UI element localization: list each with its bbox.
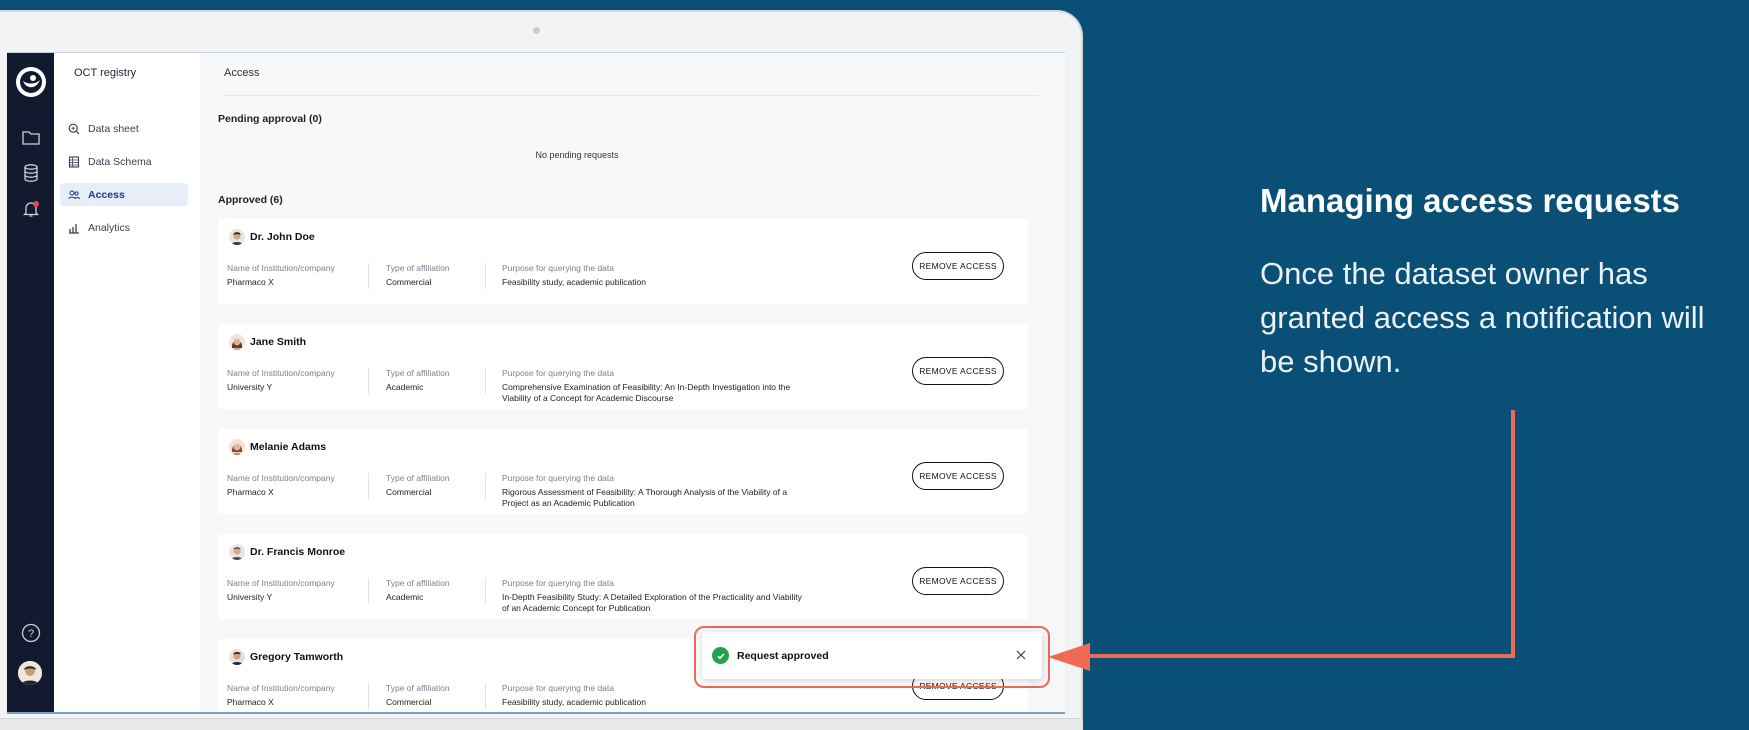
purpose-value: Comprehensive Examination of Feasibility… bbox=[502, 382, 791, 403]
affiliation-value: Commercial bbox=[386, 277, 432, 287]
divider bbox=[485, 683, 486, 709]
pending-heading: Pending approval (0) bbox=[218, 113, 322, 125]
institution-value: University Y bbox=[227, 592, 273, 602]
avatar[interactable] bbox=[18, 661, 42, 685]
sidebar-item-label: Data Schema bbox=[88, 155, 152, 168]
remove-access-button[interactable]: REMOVE ACCESS bbox=[912, 357, 1004, 385]
institution-label: Name of Institution/company bbox=[227, 368, 335, 378]
laptop-base bbox=[0, 718, 1083, 730]
requester-name: Dr. John Doe bbox=[250, 231, 315, 243]
divider bbox=[368, 578, 369, 604]
avatar bbox=[229, 229, 245, 245]
sidebar-item-data-schema[interactable]: Data Schema bbox=[60, 150, 188, 173]
institution-label: Name of Institution/company bbox=[227, 683, 335, 693]
main-content: Access Pending approval (0) No pending r… bbox=[200, 53, 1065, 712]
access-card: Jane Smith Name of Institution/company U… bbox=[218, 324, 1028, 409]
affiliation-value: Commercial bbox=[386, 487, 432, 497]
affiliation-label: Type of affiliation bbox=[386, 578, 450, 588]
users-icon bbox=[68, 189, 80, 201]
approved-heading: Approved (6) bbox=[218, 194, 283, 206]
breadcrumb: Access bbox=[224, 67, 260, 79]
affiliation-label: Type of affiliation bbox=[386, 263, 450, 273]
toast-message: Request approved bbox=[737, 649, 829, 662]
purpose-value: Rigorous Assessment of Feasibility: A Th… bbox=[502, 487, 788, 508]
affiliation-label: Type of affiliation bbox=[386, 368, 450, 378]
sidebar-item-data-sheet[interactable]: Data sheet bbox=[60, 117, 188, 140]
pending-empty-text: No pending requests bbox=[535, 150, 619, 160]
purpose-value: Feasibility study, academic publication bbox=[502, 277, 646, 287]
purpose-value: Feasibility study, academic publication bbox=[502, 697, 646, 707]
remove-access-button[interactable]: REMOVE ACCESS bbox=[912, 252, 1004, 280]
institution-label: Name of Institution/company bbox=[227, 473, 335, 483]
purpose-value: In-Depth Feasibility Study: A Detailed E… bbox=[502, 592, 802, 613]
icon-rail: ? bbox=[7, 53, 54, 712]
sidebar-item-analytics[interactable]: Analytics bbox=[60, 216, 188, 239]
affiliation-value: Academic bbox=[386, 592, 424, 602]
callout-description: Once the dataset owner has granted acces… bbox=[1260, 256, 1705, 379]
access-card: Dr. Francis Monroe Name of Institution/c… bbox=[218, 534, 1028, 619]
requester-name: Jane Smith bbox=[250, 336, 307, 348]
help-icon[interactable]: ? bbox=[19, 621, 43, 645]
database-icon[interactable] bbox=[19, 161, 43, 185]
callout-headline: Managing access requests bbox=[1260, 182, 1681, 219]
divider bbox=[485, 473, 486, 499]
institution-value: Pharmaco X bbox=[227, 697, 274, 707]
avatar bbox=[229, 334, 245, 350]
divider bbox=[368, 473, 369, 499]
remove-access-button[interactable]: REMOVE ACCESS bbox=[912, 462, 1004, 490]
toast-notification: Request approved bbox=[702, 632, 1042, 679]
divider bbox=[368, 263, 369, 289]
purpose-label: Purpose for querying the data bbox=[502, 578, 614, 588]
access-card: Dr. John Doe Name of Institution/company… bbox=[218, 219, 1028, 304]
check-circle-icon bbox=[712, 647, 729, 664]
sidebar-item-label: Data sheet bbox=[88, 122, 139, 135]
close-icon[interactable] bbox=[1014, 648, 1028, 662]
institution-label: Name of Institution/company bbox=[227, 263, 335, 273]
affiliation-label: Type of affiliation bbox=[386, 683, 450, 693]
divider bbox=[224, 95, 1039, 96]
institution-label: Name of Institution/company bbox=[227, 578, 335, 588]
remove-access-button[interactable]: REMOVE ACCESS bbox=[912, 567, 1004, 595]
institution-value: Pharmaco X bbox=[227, 277, 274, 287]
sidebar-item-label: Analytics bbox=[88, 221, 131, 234]
purpose-label: Purpose for querying the data bbox=[502, 368, 614, 378]
divider bbox=[485, 263, 486, 289]
bell-icon[interactable] bbox=[19, 197, 43, 221]
divider bbox=[368, 683, 369, 709]
logo-icon[interactable] bbox=[14, 65, 48, 99]
camera-dot bbox=[533, 27, 540, 34]
avatar bbox=[229, 649, 245, 665]
access-card: Melanie Adams Name of Institution/compan… bbox=[218, 429, 1028, 514]
avatar bbox=[229, 544, 245, 560]
app-screen: ? OCT registry Data sheet Data Schema Ac… bbox=[7, 52, 1065, 714]
divider bbox=[368, 368, 369, 394]
laptop-frame: ? OCT registry Data sheet Data Schema Ac… bbox=[0, 10, 1083, 730]
sidebar: OCT registry Data sheet Data Schema Acce… bbox=[54, 53, 200, 712]
requester-name: Melanie Adams bbox=[250, 441, 327, 453]
search-data-icon bbox=[68, 123, 80, 135]
institution-value: Pharmaco X bbox=[227, 487, 274, 497]
requester-name: Dr. Francis Monroe bbox=[250, 546, 346, 558]
affiliation-value: Academic bbox=[386, 382, 424, 392]
sidebar-item-access[interactable]: Access bbox=[60, 183, 188, 206]
app-title: OCT registry bbox=[74, 67, 137, 79]
divider bbox=[485, 578, 486, 604]
institution-value: University Y bbox=[227, 382, 273, 392]
requester-name: Gregory Tamworth bbox=[250, 651, 344, 663]
folder-icon[interactable] bbox=[19, 125, 43, 149]
affiliation-label: Type of affiliation bbox=[386, 473, 450, 483]
affiliation-value: Commercial bbox=[386, 697, 432, 707]
purpose-label: Purpose for querying the data bbox=[502, 473, 614, 483]
avatar bbox=[229, 439, 245, 455]
divider bbox=[485, 368, 486, 394]
purpose-label: Purpose for querying the data bbox=[502, 683, 614, 693]
purpose-label: Purpose for querying the data bbox=[502, 263, 614, 273]
svg-text:?: ? bbox=[28, 628, 34, 640]
sidebar-item-label: Access bbox=[88, 188, 125, 201]
bar-chart-icon bbox=[68, 222, 80, 234]
table-icon bbox=[68, 155, 80, 168]
